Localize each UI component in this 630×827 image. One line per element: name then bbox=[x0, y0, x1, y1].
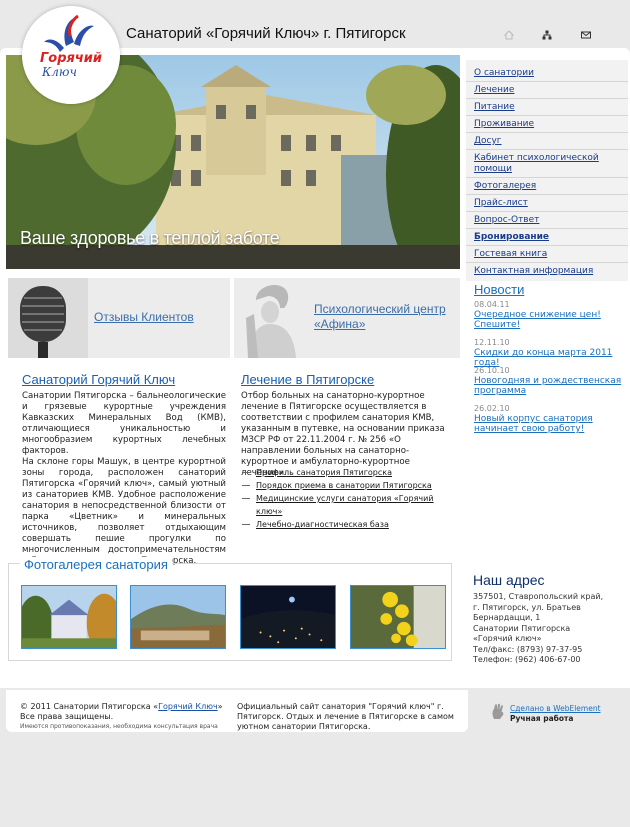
nav-item-prices[interactable]: Прайс-лист bbox=[466, 195, 628, 212]
news-date: 26.10.10 bbox=[474, 366, 510, 375]
news-link[interactable]: Скидки до конца марта 2011 года! bbox=[474, 348, 624, 368]
news-link[interactable]: Новый корпус санатория начинает свою раб… bbox=[474, 414, 624, 434]
sitemap-icon[interactable] bbox=[542, 30, 552, 40]
svg-text:Горячий: Горячий bbox=[40, 51, 102, 66]
address-block: 357501, Ставропольский край, г. Пятигорс… bbox=[473, 592, 623, 666]
address-line: г. Пятигорск, ул. Братьев bbox=[473, 602, 581, 612]
home-icon[interactable] bbox=[503, 30, 515, 40]
nav-item-psychology[interactable]: Кабинет психологической помощи bbox=[466, 150, 628, 178]
news-link[interactable]: Очередное снижение цен! Спешите! bbox=[474, 310, 624, 330]
webelement-link[interactable]: Сделано в WebElement bbox=[510, 704, 601, 713]
flowers-photo bbox=[351, 586, 445, 648]
news-heading[interactable]: Новости bbox=[474, 282, 524, 297]
treatment-link[interactable]: Лечебно-диагностическая база bbox=[242, 518, 457, 531]
about-paragraph: На склоне горы Машук, в центре курортной… bbox=[22, 457, 226, 566]
nav-item-accommodation[interactable]: Проживание bbox=[466, 116, 628, 133]
news-item: 08.04.11 Очередное снижение цен! Спешите… bbox=[474, 300, 624, 330]
site-title: Санаторий «Горячий Ключ» г. Пятигорск bbox=[126, 25, 406, 42]
address-line: Телефон: (962) 406-67-00 bbox=[473, 655, 581, 664]
gallery-thumb[interactable] bbox=[240, 585, 336, 649]
promo-psychology-center[interactable]: Психологический центр «Афина» bbox=[234, 278, 460, 358]
news-item: 26.10.10 Новогодняя и рождественская про… bbox=[474, 366, 624, 396]
nav-item-faq[interactable]: Вопрос-Ответ bbox=[466, 212, 628, 229]
address-line: Бернардацци, 1 bbox=[473, 613, 541, 622]
address-line: «Горячий ключ» bbox=[473, 634, 542, 643]
nav-item-about[interactable]: О санатории bbox=[466, 65, 628, 82]
gallery-title: Фотогалерея санатория bbox=[20, 557, 172, 572]
gallery-thumb[interactable] bbox=[350, 585, 446, 649]
treatment-link[interactable]: Медицинские услуги санатория «Горячий кл… bbox=[242, 492, 457, 518]
sidebar-nav: О санатории Лечение Питание Проживание Д… bbox=[466, 60, 628, 281]
hero-caption: Ваше здоровье в теплой заботе bbox=[20, 228, 280, 248]
news-date: 12.11.10 bbox=[474, 338, 510, 347]
about-title[interactable]: Санаторий Горячий Ключ bbox=[22, 372, 175, 387]
treatment-links: Профиль санатория Пятигорска Порядок при… bbox=[242, 466, 457, 531]
nav-item-contacts[interactable]: Контактная информация bbox=[466, 263, 628, 279]
mail-icon[interactable] bbox=[581, 30, 591, 40]
copyright-prefix: © 2011 Санатории Пятигорска « bbox=[20, 702, 159, 711]
footer-official-text: Официальный сайт санатория "Горячий ключ… bbox=[237, 702, 454, 731]
treatment-title[interactable]: Лечение в Пятигорске bbox=[241, 372, 374, 387]
treatment-link[interactable]: Порядок приема в санатории Пятигорска bbox=[242, 479, 457, 492]
nav-item-leisure[interactable]: Досуг bbox=[466, 133, 628, 150]
nav-item-treatment[interactable]: Лечение bbox=[466, 82, 628, 99]
gallery-thumb[interactable] bbox=[130, 585, 226, 649]
logo-fountain-icon: Горячий Ключ bbox=[22, 6, 120, 104]
footer-credits: Сделано в WebElement Ручная работа bbox=[490, 703, 626, 723]
about-text: Санатории Пятигорска – бальнеологические… bbox=[22, 391, 226, 567]
header: Горячий Ключ Санаторий «Горячий Ключ» г.… bbox=[0, 0, 630, 104]
promo-reviews[interactable]: Отзывы Клиентов bbox=[8, 278, 230, 358]
copyright-line: © 2011 Санатории Пятигорска «Горячий Клю… bbox=[20, 702, 230, 712]
address-line: Санатории Пятигорска bbox=[473, 623, 571, 633]
rights-text: Все права защищены. bbox=[20, 712, 114, 721]
nav-item-booking[interactable]: Бронирование bbox=[466, 229, 628, 246]
athena-statue-image bbox=[234, 278, 314, 358]
copyright-link[interactable]: Горячий Ключ bbox=[158, 702, 218, 711]
address-line: Тел/факс: (8793) 97-37-95 bbox=[473, 644, 583, 654]
hand-icon bbox=[492, 703, 504, 719]
night-city-photo bbox=[241, 586, 335, 648]
news-date: 08.04.11 bbox=[474, 300, 510, 309]
svg-text:Ключ: Ключ bbox=[41, 65, 77, 79]
news-link[interactable]: Новогодняя и рождественская программа bbox=[474, 376, 624, 396]
nav-item-food[interactable]: Питание bbox=[466, 99, 628, 116]
address-title: Наш адрес bbox=[473, 572, 545, 588]
nav-item-guestbook[interactable]: Гостевая книга bbox=[466, 246, 628, 263]
reviews-link[interactable]: Отзывы Клиентов bbox=[94, 310, 194, 325]
microphone-image bbox=[8, 278, 88, 358]
gallery-thumb[interactable] bbox=[21, 585, 117, 649]
news-item: 26.02.10 Новый корпус санатория начинает… bbox=[474, 404, 624, 434]
pavilion-photo bbox=[22, 586, 116, 648]
news-date: 26.02.10 bbox=[474, 404, 510, 413]
about-paragraph: Санатории Пятигорска – бальнеологические… bbox=[22, 391, 226, 456]
copyright-suffix: » bbox=[217, 702, 223, 711]
landscape-photo bbox=[131, 586, 225, 648]
treatment-link[interactable]: Профиль санатория Пятигорска bbox=[242, 466, 457, 479]
address-line: 357501, Ставропольский край, bbox=[473, 592, 604, 601]
nav-item-gallery[interactable]: Фотогалерея bbox=[466, 178, 628, 195]
psych-center-link[interactable]: Психологический центр «Афина» bbox=[314, 302, 454, 332]
manual-work-text: Ручная работа bbox=[510, 714, 574, 723]
news-item: 12.11.10 Скидки до конца марта 2011 года… bbox=[474, 338, 624, 368]
disclaimer-text: Имеются противопоказания, необходима кон… bbox=[20, 723, 218, 730]
logo[interactable]: Горячий Ключ bbox=[22, 6, 120, 104]
footer-copyright: © 2011 Санатории Пятигорска «Горячий Клю… bbox=[20, 702, 230, 732]
